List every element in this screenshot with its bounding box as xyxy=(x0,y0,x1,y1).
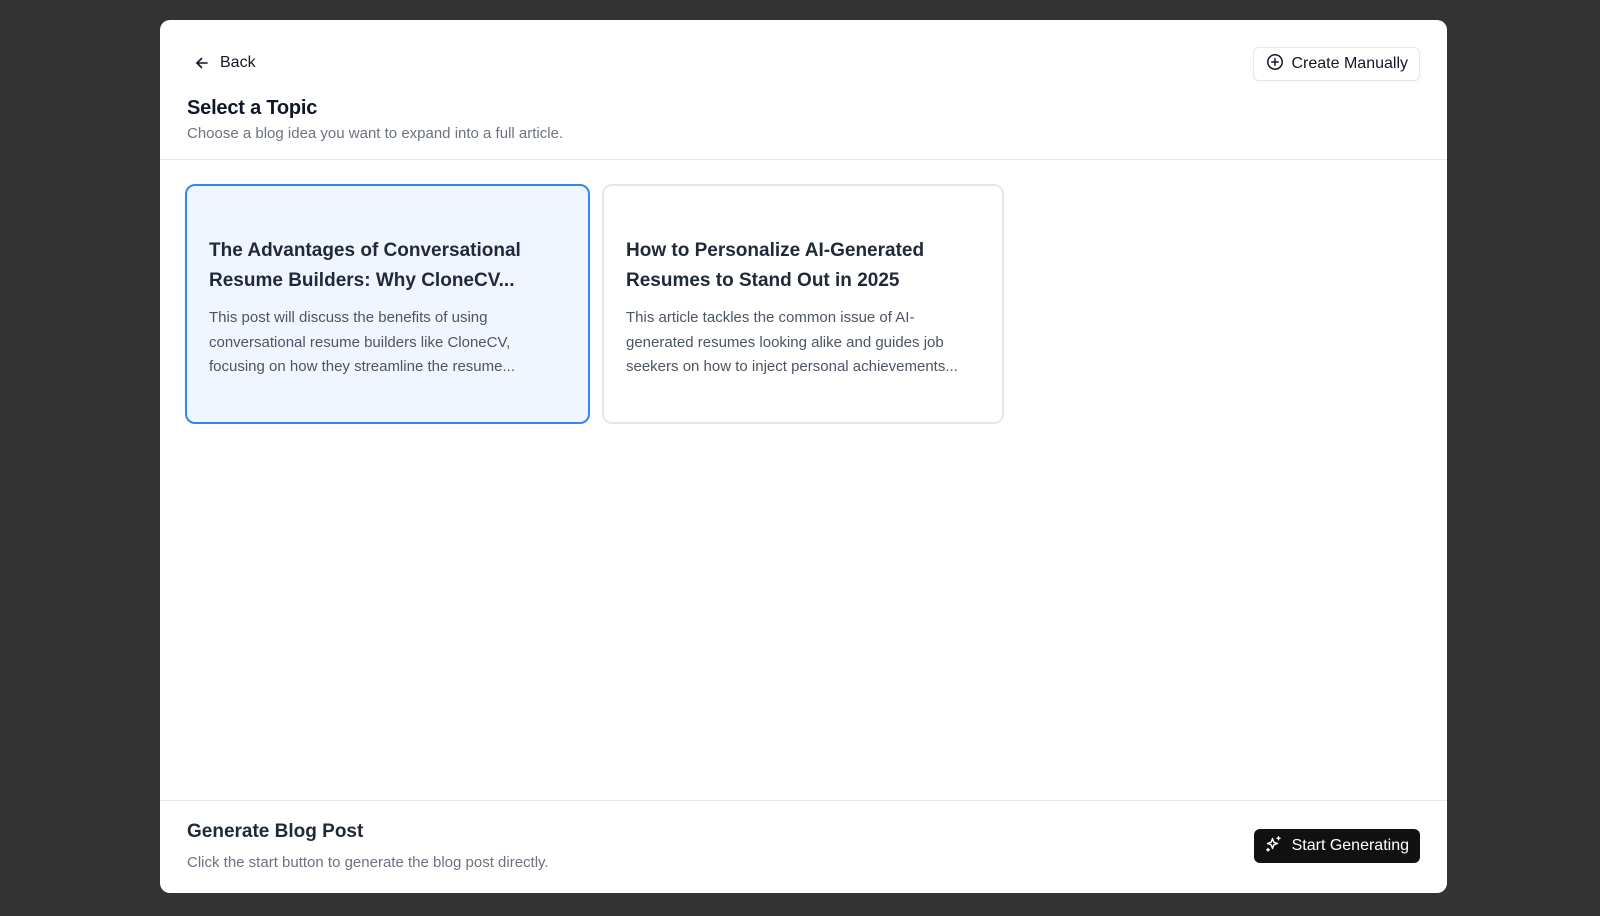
topic-selection-dialog: Back Create Manually Select a Topic Choo… xyxy=(160,20,1447,893)
topic-list: The Advantages of Conversational Resume … xyxy=(185,184,1004,424)
back-button[interactable]: Back xyxy=(194,49,256,77)
topic-card[interactable]: How to Personalize AI-Generated Resumes … xyxy=(602,184,1004,424)
create-manually-label: Create Manually xyxy=(1291,55,1409,72)
topic-description: This post will discuss the benefits of u… xyxy=(209,309,515,375)
start-generating-button[interactable]: Start Generating xyxy=(1253,829,1420,863)
footer-title: Generate Blog Post xyxy=(187,821,364,842)
start-generating-label: Start Generating xyxy=(1291,837,1409,854)
footer-subtitle: Click the start button to generate the b… xyxy=(187,854,549,871)
page-title: Select a Topic xyxy=(187,97,318,119)
create-manually-button[interactable]: Create Manually xyxy=(1252,47,1420,81)
dialog-footer: Generate Blog Post Click the start butto… xyxy=(160,800,1447,893)
plus-circle-icon xyxy=(1266,53,1284,76)
topic-title: The Advantages of Conversational Resume … xyxy=(209,240,521,291)
page-subtitle: Choose a blog idea you want to expand in… xyxy=(187,125,564,142)
dialog-header: Back Create Manually Select a Topic Choo… xyxy=(160,20,1447,160)
topic-description: This article tackles the common issue of… xyxy=(626,309,958,375)
arrow-left-icon xyxy=(194,55,210,71)
sparkles-icon xyxy=(1265,835,1283,858)
back-button-label: Back xyxy=(220,54,256,71)
topic-card[interactable]: The Advantages of Conversational Resume … xyxy=(185,184,590,424)
topic-title: How to Personalize AI-Generated Resumes … xyxy=(626,240,925,291)
